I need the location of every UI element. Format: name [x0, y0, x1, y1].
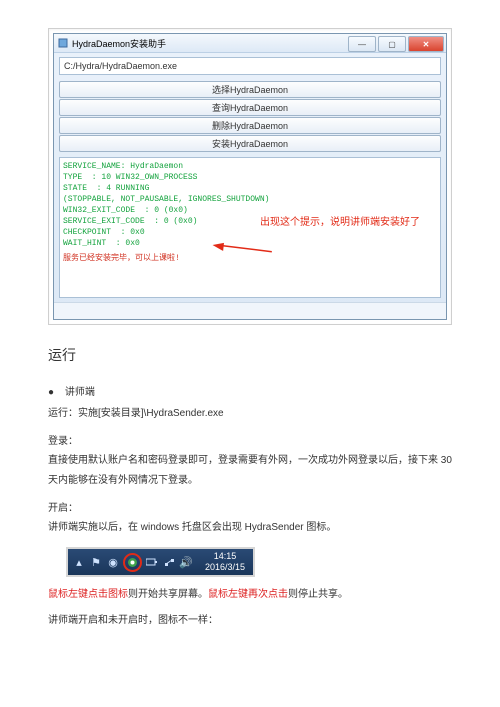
tray-screenshot: ▴ ⚑ ◉ 🔊 14:15 2016/3/15	[66, 547, 255, 577]
app-icon	[58, 38, 68, 48]
tray-flag-icon: ⚑	[89, 555, 103, 569]
select-button[interactable]: 选择HydraDaemon	[59, 81, 441, 98]
hydrasender-tray-icon[interactable]	[123, 553, 142, 572]
tray-clock: 14:15 2016/3/15	[197, 549, 253, 575]
click-mid-1: 则开始共享屏幕。	[128, 589, 208, 600]
click-line: 鼠标左键点击图标则开始共享屏幕。鼠标左键再次点击则停止共享。	[48, 585, 452, 605]
tray-volume-icon: 🔊	[179, 555, 193, 569]
delete-button[interactable]: 删除HydraDaemon	[59, 117, 441, 134]
tray-safe-icon: ◉	[106, 555, 120, 569]
section-heading: 运行	[48, 345, 452, 365]
titlebar: HydraDaemon安装助手 — ▢ ✕	[54, 34, 446, 53]
callout-text: 出现这个提示，说明讲师端安装好了	[260, 213, 420, 228]
start-label: 开启：	[48, 499, 452, 514]
installer-screenshot: HydraDaemon安装助手 — ▢ ✕ C:/Hydra/HydraDaem…	[48, 28, 452, 325]
start-text: 讲师端实施以后，在 windows 托盘区会出现 HydraSender 图标。	[48, 518, 452, 538]
install-button[interactable]: 安装HydraDaemon	[59, 135, 441, 152]
close-button[interactable]: ✕	[408, 36, 444, 52]
window-title: HydraDaemon安装助手	[72, 37, 348, 50]
run-line: 运行：实施[安装目录]\HydraSender.exe	[48, 404, 452, 424]
window: HydraDaemon安装助手 — ▢ ✕ C:/Hydra/HydraDaem…	[53, 33, 447, 320]
tray-battery-icon	[145, 555, 159, 569]
login-text: 直接使用默认账户名和密码登录即可，登录需要有外网，一次成功外网登录以后，接下来 …	[48, 451, 452, 491]
maximize-button[interactable]: ▢	[378, 36, 406, 52]
minimize-button[interactable]: —	[348, 36, 376, 52]
query-button[interactable]: 查询HydraDaemon	[59, 99, 441, 116]
tail-line: 讲师端开启和未开启时，图标不一样：	[48, 611, 452, 631]
tray-date: 2016/3/15	[205, 562, 245, 573]
click-red-2: 鼠标左键再次点击	[208, 589, 288, 600]
tray-time: 14:15	[205, 551, 245, 562]
path-input[interactable]: C:/Hydra/HydraDaemon.exe	[59, 57, 441, 75]
click-mid-2: 则停止共享。	[288, 589, 348, 600]
console-output: SERVICE_NAME: HydraDaemon TYPE : 10 WIN3…	[59, 157, 441, 298]
tray-network-icon	[162, 555, 176, 569]
tray-bar: ▴ ⚑ ◉ 🔊	[68, 549, 197, 575]
tray-up-icon: ▴	[72, 555, 86, 569]
click-red-1: 鼠标左键点击图标	[48, 589, 128, 600]
bullet-teacher: 讲师端	[48, 383, 452, 398]
window-buttons: — ▢ ✕	[348, 34, 446, 52]
login-label: 登录：	[48, 432, 452, 447]
window-footer	[54, 302, 446, 319]
